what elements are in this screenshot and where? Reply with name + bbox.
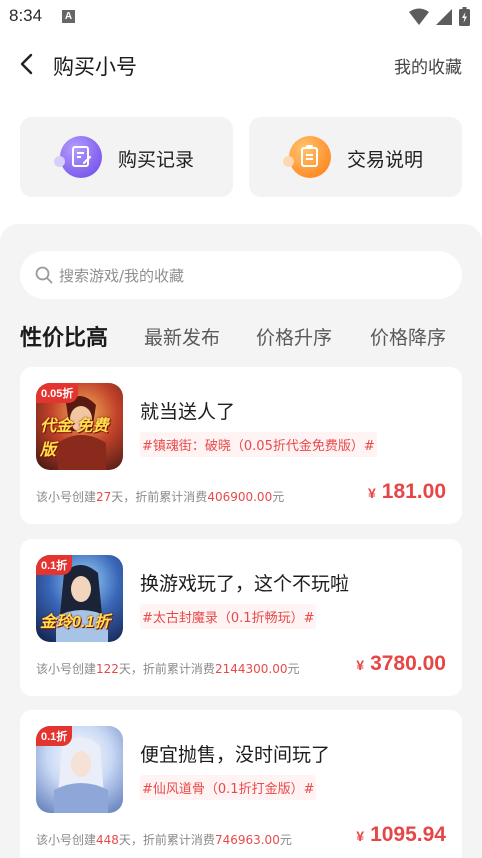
discount-badge: 0.05折	[36, 383, 79, 403]
trade-instructions-button[interactable]: 交易说明	[249, 117, 462, 197]
page-title: 购买小号	[53, 55, 137, 79]
game-thumbnail: 0.1折	[36, 726, 123, 813]
tab-best-value[interactable]: 性价比高	[20, 320, 108, 352]
account-info: 该小号创建27天，折前累计消费406900.00元	[36, 490, 285, 504]
signal-icon	[436, 8, 452, 25]
tab-price-ascending[interactable]: 价格升序	[256, 323, 332, 350]
tab-newest[interactable]: 最新发布	[144, 323, 220, 350]
status-time: 8:34	[9, 6, 43, 25]
list-item[interactable]: 0.05折 代金 免费版 就当送人了 #镇魂街：破晓（0.05折代金免费版）# …	[20, 367, 462, 524]
sort-tabs: 性价比高 最新发布 价格升序 价格降序	[20, 320, 470, 354]
game-thumbnail: 0.05折 代金 免费版	[36, 383, 123, 470]
search-icon	[35, 266, 53, 284]
game-art-text: 代金 免费版	[40, 418, 109, 459]
trade-instructions-label: 交易说明	[347, 149, 424, 171]
listing-price: ¥181.00	[367, 480, 446, 503]
purchase-records-button[interactable]: 购买记录	[20, 117, 233, 197]
navigation-bar: 购买小号 我的收藏	[0, 40, 482, 90]
notification-icon: A	[62, 10, 75, 23]
game-thumbnail: 0.1折 金玲0.1折	[36, 555, 123, 642]
status-icons	[409, 7, 470, 26]
document-edit-icon	[54, 136, 102, 178]
battery-icon	[459, 7, 470, 26]
my-favorites-link[interactable]: 我的收藏	[394, 53, 462, 78]
discount-badge: 0.1折	[36, 555, 73, 575]
listing-title: 就当送人了	[140, 401, 236, 423]
listing-price: ¥1095.94	[356, 823, 446, 846]
game-tag[interactable]: #太古封魔录（0.1折畅玩）#	[140, 604, 317, 629]
listing-title: 便宜抛售，没时间玩了	[140, 744, 331, 766]
search-placeholder: 搜索游戏/我的收藏	[59, 267, 185, 285]
tab-price-descending[interactable]: 价格降序	[370, 323, 446, 350]
wifi-icon	[409, 8, 429, 25]
listing-title: 换游戏玩了，这个不玩啦	[140, 573, 350, 595]
discount-badge: 0.1折	[36, 726, 73, 746]
account-info: 该小号创建448天，折前累计消费746963.00元	[36, 833, 292, 847]
game-tag[interactable]: #镇魂街：破晓（0.05折代金免费版）#	[140, 432, 377, 457]
status-bar: 8:34 A	[0, 0, 482, 34]
account-info: 该小号创建122天，折前累计消费2144300.00元	[36, 662, 300, 676]
back-arrow-icon[interactable]	[16, 52, 40, 76]
search-input[interactable]: 搜索游戏/我的收藏	[20, 251, 462, 299]
game-art-text: 金玲0.1折	[40, 614, 111, 631]
purchase-records-label: 购买记录	[118, 149, 195, 171]
list-item[interactable]: 0.1折 便宜抛售，没时间玩了 #仙风道骨（0.1折打金版）# 该小号创建448…	[20, 710, 462, 858]
document-copy-icon	[283, 136, 331, 178]
list-item[interactable]: 0.1折 金玲0.1折 换游戏玩了，这个不玩啦 #太古封魔录（0.1折畅玩）# …	[20, 539, 462, 696]
listing-price: ¥3780.00	[356, 652, 446, 675]
game-tag[interactable]: #仙风道骨（0.1折打金版）#	[140, 775, 317, 800]
